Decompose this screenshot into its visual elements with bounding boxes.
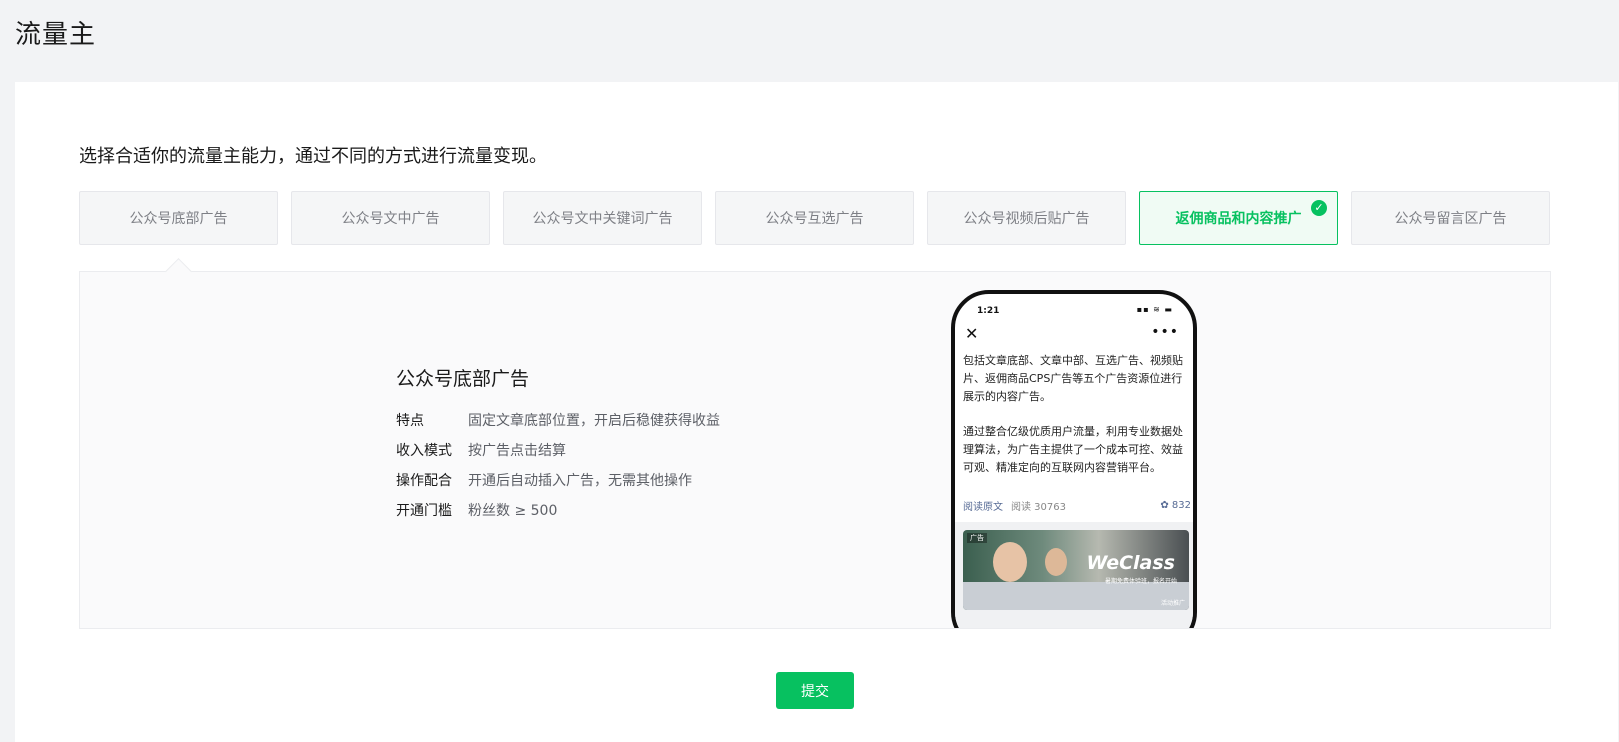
like-count-value: 832 [1171,500,1191,511]
tab-label: 公众号视频后贴广告 [963,211,1090,227]
info-key: 开通门槛 [396,503,452,519]
tab-bottom-ad[interactable]: 公众号底部广告 [79,191,278,245]
info-key: 收入模式 [396,443,452,459]
ad-banner: 广告 WeClass 暑期免费体验班，报名开始 活动推广 [963,530,1189,610]
tab-mutual-select-ad[interactable]: 公众号互选广告 [715,191,914,245]
info-value: 开通后自动插入广告，无需其他操作 [468,473,692,489]
tab-label: 公众号底部广告 [129,211,228,227]
info-value: 固定文章底部位置，开启后稳健获得收益 [468,413,720,429]
tab-label: 返佣商品和内容推广 [1175,211,1302,227]
ad-zone: 广告 WeClass 暑期免费体验班，报名开始 活动推广 [955,522,1193,628]
status-time: 1:21 [977,306,1000,316]
ad-info: 公众号底部广告 特点 固定文章底部位置，开启后稳健获得收益 收入模式 按广告点击… [396,364,720,531]
like-icon: ✿ [1160,500,1172,511]
info-row: 操作配合 开通后自动插入广告，无需其他操作 [396,471,720,491]
ad-slogan: 暑期免费体验班，报名开始 [1104,578,1177,585]
ad-tag: 广告 [967,533,987,543]
info-value: 按广告点击结算 [468,443,566,459]
info-value: 粉丝数 ≥ 500 [468,503,558,519]
submit-button[interactable]: 提交 [776,672,854,709]
signal-wifi-battery-icon: ▪▪ ≋ ▬ [1136,305,1173,314]
info-key: 特点 [396,413,424,429]
like-count: ✿ 832 [1160,500,1191,511]
info-key: 操作配合 [396,473,452,489]
tab-label: 公众号留言区广告 [1394,211,1507,227]
check-icon: ✓ [1311,200,1327,216]
tab-inline-ad[interactable]: 公众号文中广告 [291,191,490,245]
read-original-link: 阅读原文 [963,502,1003,513]
ad-image-child [1045,548,1067,576]
page-title: 流量主 [15,20,97,50]
ad-title: 公众号底部广告 [396,368,530,390]
read-count: 阅读 30763 [1011,502,1066,513]
info-row: 开通门槛 粉丝数 ≥ 500 [396,501,720,521]
tab-commission-promo[interactable]: 返佣商品和内容推广 ✓ [1139,191,1338,245]
intro-text: 选择合适你的流量主能力，通过不同的方式进行流量变现。 [79,146,547,167]
tab-label: 公众号互选广告 [765,211,864,227]
article-paragraph: 包括文章底部、文章中部、互选广告、视频贴片、返佣商品CPS广告等五个广告资源位进… [963,354,1183,403]
ad-logo: WeClass [1086,552,1175,574]
tab-label: 公众号文中广告 [341,211,440,227]
tab-keyword-ad[interactable]: 公众号文中关键词广告 [503,191,702,245]
ad-image-child [993,542,1027,582]
more-icon: ••• [1151,324,1179,340]
article-paragraph: 通过整合亿级优质用户流量，利用专业数据处理算法，为广告主提供了一个成本可控、效益… [963,425,1183,474]
article-meta: 阅读原文 阅读 30763 ✿ 832 [963,498,1191,513]
ad-detail-panel: 公众号底部广告 特点 固定文章底部位置，开启后稳健获得收益 收入模式 按广告点击… [79,271,1551,629]
tab-video-post-ad[interactable]: 公众号视频后贴广告 [927,191,1126,245]
info-row: 收入模式 按广告点击结算 [396,441,720,461]
tab-label: 公众号文中关键词广告 [532,211,673,227]
phone-preview: 1:21 ▪▪ ≋ ▬ ✕ ••• 包括文章底部、文章中部、互选广告、视频贴片、… [951,290,1197,628]
ad-image-desk [963,582,1189,610]
article-body: 包括文章底部、文章中部、互选广告、视频贴片、返佣商品CPS广告等五个广告资源位进… [963,352,1191,494]
tab-comment-ad[interactable]: 公众号留言区广告 [1351,191,1550,245]
info-row: 特点 固定文章底部位置，开启后稳健获得收益 [396,411,720,431]
ad-footer: 活动推广 [1160,600,1185,607]
close-icon: ✕ [965,324,979,343]
